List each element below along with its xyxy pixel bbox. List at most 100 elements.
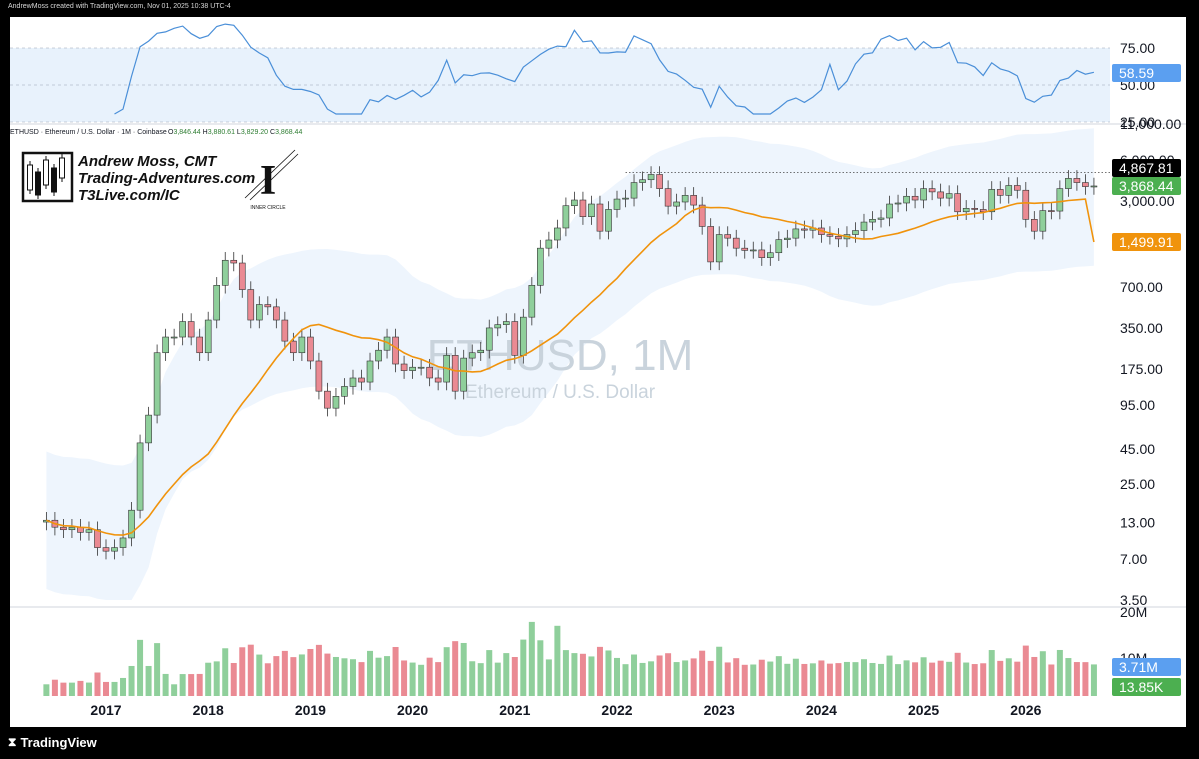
candle-body [852,230,859,235]
volume-bar [247,644,254,696]
volume-bar [733,658,740,696]
volume-bar [758,659,765,696]
volume-bar [614,657,620,696]
candle-body [417,366,425,369]
volume-bar [452,641,459,696]
candle-body [826,234,834,237]
candle-body [784,237,791,240]
candle-body [111,547,118,552]
candle-body [1056,188,1064,212]
volume-bar [707,660,714,696]
candle-body [221,259,229,286]
author-logo: Andrew Moss, CMT Trading-Adventures.com … [21,149,299,211]
candle-body [485,327,493,351]
volume-bar [171,684,178,696]
candle-body [537,247,544,286]
volume-bar [196,673,203,696]
candle-body [358,377,365,383]
year-label: 2019 [295,702,326,718]
volume-bar [801,663,808,696]
tradingview-brand[interactable]: ⧗ TradingView [8,735,97,750]
volume-bar [682,660,689,696]
candle-body [724,234,732,239]
candle-body [954,193,961,213]
year-label: 2024 [806,702,837,718]
volume-bar [435,662,442,696]
volume-bar [68,682,75,696]
volume-bar [222,648,229,696]
volume-bar [1014,661,1021,696]
volume-bar [562,650,569,696]
volume-bar [511,657,518,696]
volume-bar [332,656,339,696]
volume-bar [724,662,731,696]
year-label: 2018 [193,702,224,718]
volume-bar [298,654,305,696]
tradingview-logo-icon: ⧗ [8,735,17,749]
candle-body [119,537,127,548]
price-axis-label: 700.00 [1120,279,1163,295]
candle-body [94,529,101,548]
candle-body [60,526,67,531]
volume-bar [1056,649,1063,696]
price-axis-label: 350.00 [1120,320,1163,336]
candle-body [903,195,910,204]
price-tag-high: 4,867.81 [1119,160,1174,176]
volume-bar [699,650,706,696]
candle-body [1073,178,1081,183]
volume-bar [264,663,271,696]
volume-bar [929,662,936,696]
candle-body [375,349,382,362]
volume-bar [869,662,876,696]
volume-bar [324,653,331,696]
volume-bar [554,625,561,696]
candle-body [1090,185,1098,188]
candle-body [392,336,399,365]
volume-bar [750,664,757,696]
candle-body [971,208,979,210]
candle-body [835,236,842,240]
logo-candle [27,164,33,191]
volume-bar [903,660,910,696]
volume-bar [520,639,527,696]
volume-bar [205,662,212,696]
volume-bar [1005,658,1012,696]
year-label: 2021 [499,702,530,718]
volume-bar [1022,645,1029,696]
volume-bar [103,681,109,696]
candle-body [715,234,723,263]
volume-bar [85,682,92,696]
candle-body [877,217,885,220]
volume-bar [51,679,58,696]
chart-svg[interactable]: ETHUSD, 1M Ethereum / U.S. Dollar 75.005… [0,0,1199,759]
volume-bar [1090,664,1097,696]
logo-candle [59,157,65,179]
volume-bar [860,659,867,696]
candle-body [920,188,927,201]
volume-axis-label: 20M [1120,604,1147,620]
candle-body [596,203,604,232]
candle-body [468,352,476,359]
volume-bar [596,646,603,696]
candle-body [996,189,1004,196]
candle-body [758,249,766,258]
candle-body [85,529,93,533]
candle-body [894,202,902,205]
author-name: Andrew Moss, CMT [77,153,218,170]
candle-body [681,195,689,203]
candle-body [732,237,740,249]
volume-tag: 3.71M [1119,659,1158,675]
candle-body [911,195,919,201]
year-label: 2022 [601,702,632,718]
candle-body [1065,178,1072,189]
volume-bar [137,639,144,696]
candle-body [937,191,944,199]
candle-body [630,182,638,199]
volume-bar [1031,656,1038,696]
volume-bar [230,662,237,696]
candle-body [434,377,442,383]
candle-body [801,228,808,231]
volume-bar [639,662,646,696]
candle-body [494,324,502,329]
price-axis-label: 7.00 [1120,551,1147,567]
